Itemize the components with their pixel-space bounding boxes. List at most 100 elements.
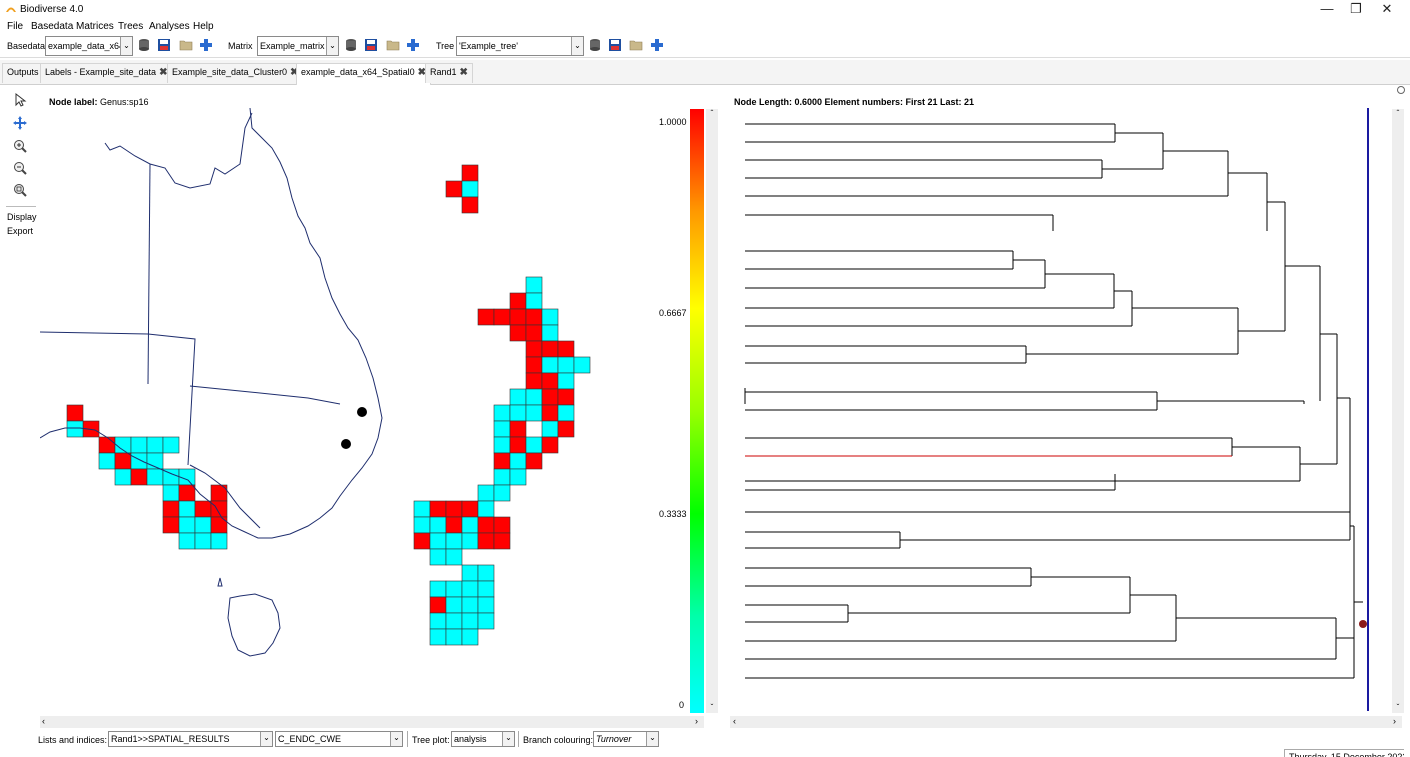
- map-cell[interactable]: [98, 452, 116, 470]
- chevron-down-icon[interactable]: ⌄: [326, 37, 338, 55]
- save-icon[interactable]: [364, 38, 378, 52]
- map-cell[interactable]: [130, 436, 148, 454]
- open-folder-icon[interactable]: [179, 38, 193, 52]
- map-cell[interactable]: [178, 516, 196, 534]
- map-horizontal-scrollbar[interactable]: [40, 716, 704, 728]
- chevron-down-icon[interactable]: ⌄: [571, 37, 583, 55]
- map-cell[interactable]: [413, 516, 431, 534]
- display-button[interactable]: Display: [7, 212, 37, 222]
- add-icon[interactable]: [406, 38, 420, 52]
- map-cell[interactable]: [525, 404, 543, 422]
- map-cell[interactable]: [477, 532, 495, 550]
- zoom-fit-icon[interactable]: [12, 182, 28, 198]
- map-cell[interactable]: [210, 532, 228, 550]
- map-cell[interactable]: [493, 436, 511, 454]
- selected-cell-marker[interactable]: [341, 439, 351, 449]
- map-cell[interactable]: [194, 532, 212, 550]
- map-cell[interactable]: [477, 484, 495, 502]
- panel-handle-icon[interactable]: [1397, 86, 1405, 94]
- map-cell[interactable]: [557, 356, 575, 374]
- map-cell[interactable]: [541, 308, 559, 326]
- map-cell[interactable]: [493, 452, 511, 470]
- map-cell[interactable]: [429, 596, 447, 614]
- chevron-down-icon[interactable]: ⌄: [260, 732, 272, 746]
- map-cell[interactable]: [525, 340, 543, 358]
- map-cell[interactable]: [461, 180, 479, 198]
- map-cell[interactable]: [461, 164, 479, 182]
- map-cell[interactable]: [509, 404, 527, 422]
- map-cell[interactable]: [461, 500, 479, 518]
- close-icon[interactable]: ✖: [460, 67, 468, 78]
- map-cell[interactable]: [178, 500, 196, 518]
- map-cell[interactable]: [445, 580, 463, 598]
- spatial-map[interactable]: [40, 108, 660, 713]
- open-folder-icon[interactable]: [629, 38, 643, 52]
- map-cell[interactable]: [509, 388, 527, 406]
- map-cell[interactable]: [541, 372, 559, 390]
- map-cell[interactable]: [493, 484, 511, 502]
- map-cell[interactable]: [178, 532, 196, 550]
- map-cell[interactable]: [445, 612, 463, 630]
- tab-outputs[interactable]: Outputs: [2, 63, 44, 83]
- chevron-down-icon[interactable]: ⌄: [390, 732, 402, 746]
- map-cell[interactable]: [557, 388, 575, 406]
- map-cell[interactable]: [525, 324, 543, 342]
- select-arrow-icon[interactable]: [12, 92, 28, 108]
- map-cell[interactable]: [461, 516, 479, 534]
- map-cell[interactable]: [525, 276, 543, 294]
- index-select[interactable]: C_ENDC_CWE: [275, 731, 403, 747]
- map-cell[interactable]: [541, 356, 559, 374]
- map-cell[interactable]: [493, 420, 511, 438]
- map-cell[interactable]: [162, 516, 180, 534]
- map-cell[interactable]: [445, 596, 463, 614]
- map-cell[interactable]: [509, 468, 527, 486]
- map-cell[interactable]: [493, 404, 511, 422]
- legend-scrollbar[interactable]: [706, 109, 718, 713]
- map-cell[interactable]: [194, 516, 212, 534]
- menu-basedata[interactable]: Basedata: [31, 21, 73, 32]
- chevron-up-icon[interactable]: ˆ: [1392, 109, 1404, 119]
- menu-file[interactable]: File: [7, 21, 23, 32]
- map-cell[interactable]: [461, 532, 479, 550]
- map-cell[interactable]: [477, 612, 495, 630]
- map-cell[interactable]: [66, 420, 84, 438]
- chevron-left-icon[interactable]: ‹: [42, 716, 45, 726]
- chevron-down-icon[interactable]: ⌄: [120, 37, 132, 55]
- map-cell[interactable]: [162, 484, 180, 502]
- map-cell[interactable]: [525, 292, 543, 310]
- map-cell[interactable]: [210, 516, 228, 534]
- add-icon[interactable]: [199, 38, 213, 52]
- map-cell[interactable]: [461, 196, 479, 214]
- chevron-left-icon[interactable]: ‹: [733, 716, 736, 726]
- map-cell[interactable]: [413, 532, 431, 550]
- map-cell[interactable]: [461, 580, 479, 598]
- map-cell[interactable]: [445, 516, 463, 534]
- map-cell[interactable]: [445, 628, 463, 646]
- map-cell[interactable]: [445, 500, 463, 518]
- close-window-button[interactable]: ✕: [1372, 0, 1402, 20]
- tree-root-node[interactable]: [1359, 620, 1367, 628]
- map-cell[interactable]: [541, 404, 559, 422]
- map-cell[interactable]: [477, 308, 495, 326]
- map-cell[interactable]: [525, 308, 543, 326]
- map-cell[interactable]: [114, 452, 132, 470]
- map-cell[interactable]: [98, 436, 116, 454]
- map-cell[interactable]: [541, 420, 559, 438]
- pan-icon[interactable]: [12, 115, 28, 131]
- chevron-down-icon[interactable]: ⌄: [646, 732, 658, 746]
- map-cell[interactable]: [557, 340, 575, 358]
- map-cell[interactable]: [541, 340, 559, 358]
- map-cell[interactable]: [525, 372, 543, 390]
- save-icon[interactable]: [608, 38, 622, 52]
- map-cell[interactable]: [429, 580, 447, 598]
- database-icon[interactable]: [588, 38, 602, 52]
- map-cell[interactable]: [461, 612, 479, 630]
- map-cell[interactable]: [493, 532, 511, 550]
- open-folder-icon[interactable]: [386, 38, 400, 52]
- map-cell[interactable]: [541, 436, 559, 454]
- tab-example-data-x64-spatial0[interactable]: example_data_x64_Spatial0 ✖: [296, 63, 431, 85]
- map-cell[interactable]: [178, 484, 196, 502]
- tree-select[interactable]: 'Example_tree': [456, 36, 584, 56]
- map-cell[interactable]: [445, 180, 463, 198]
- database-icon[interactable]: [344, 38, 358, 52]
